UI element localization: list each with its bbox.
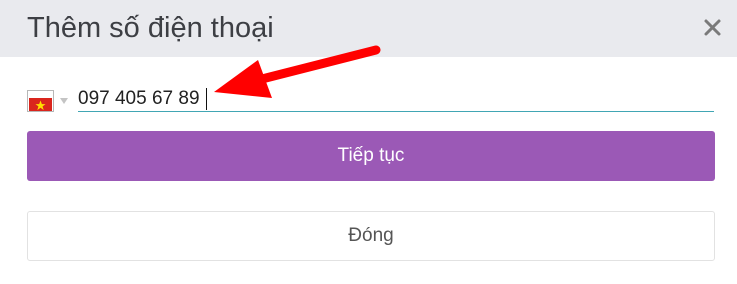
dialog-header: Thêm số điện thoại (0, 0, 737, 57)
country-code-select[interactable] (27, 90, 71, 112)
text-cursor (206, 88, 207, 110)
close-dialog-button[interactable]: Đóng (27, 211, 715, 261)
close-button[interactable] (700, 12, 726, 42)
dialog-title: Thêm số điện thoại (27, 12, 274, 44)
continue-button[interactable]: Tiếp tục (27, 131, 715, 181)
add-phone-dialog: Thêm số điện thoại Tiếp tục Đóng (0, 0, 737, 284)
close-icon (704, 19, 721, 36)
phone-input-row (27, 86, 715, 112)
chevron-down-icon (60, 98, 68, 104)
phone-number-input[interactable] (78, 86, 714, 112)
flag-star-icon (35, 100, 46, 111)
vietnam-flag-icon (27, 90, 54, 112)
